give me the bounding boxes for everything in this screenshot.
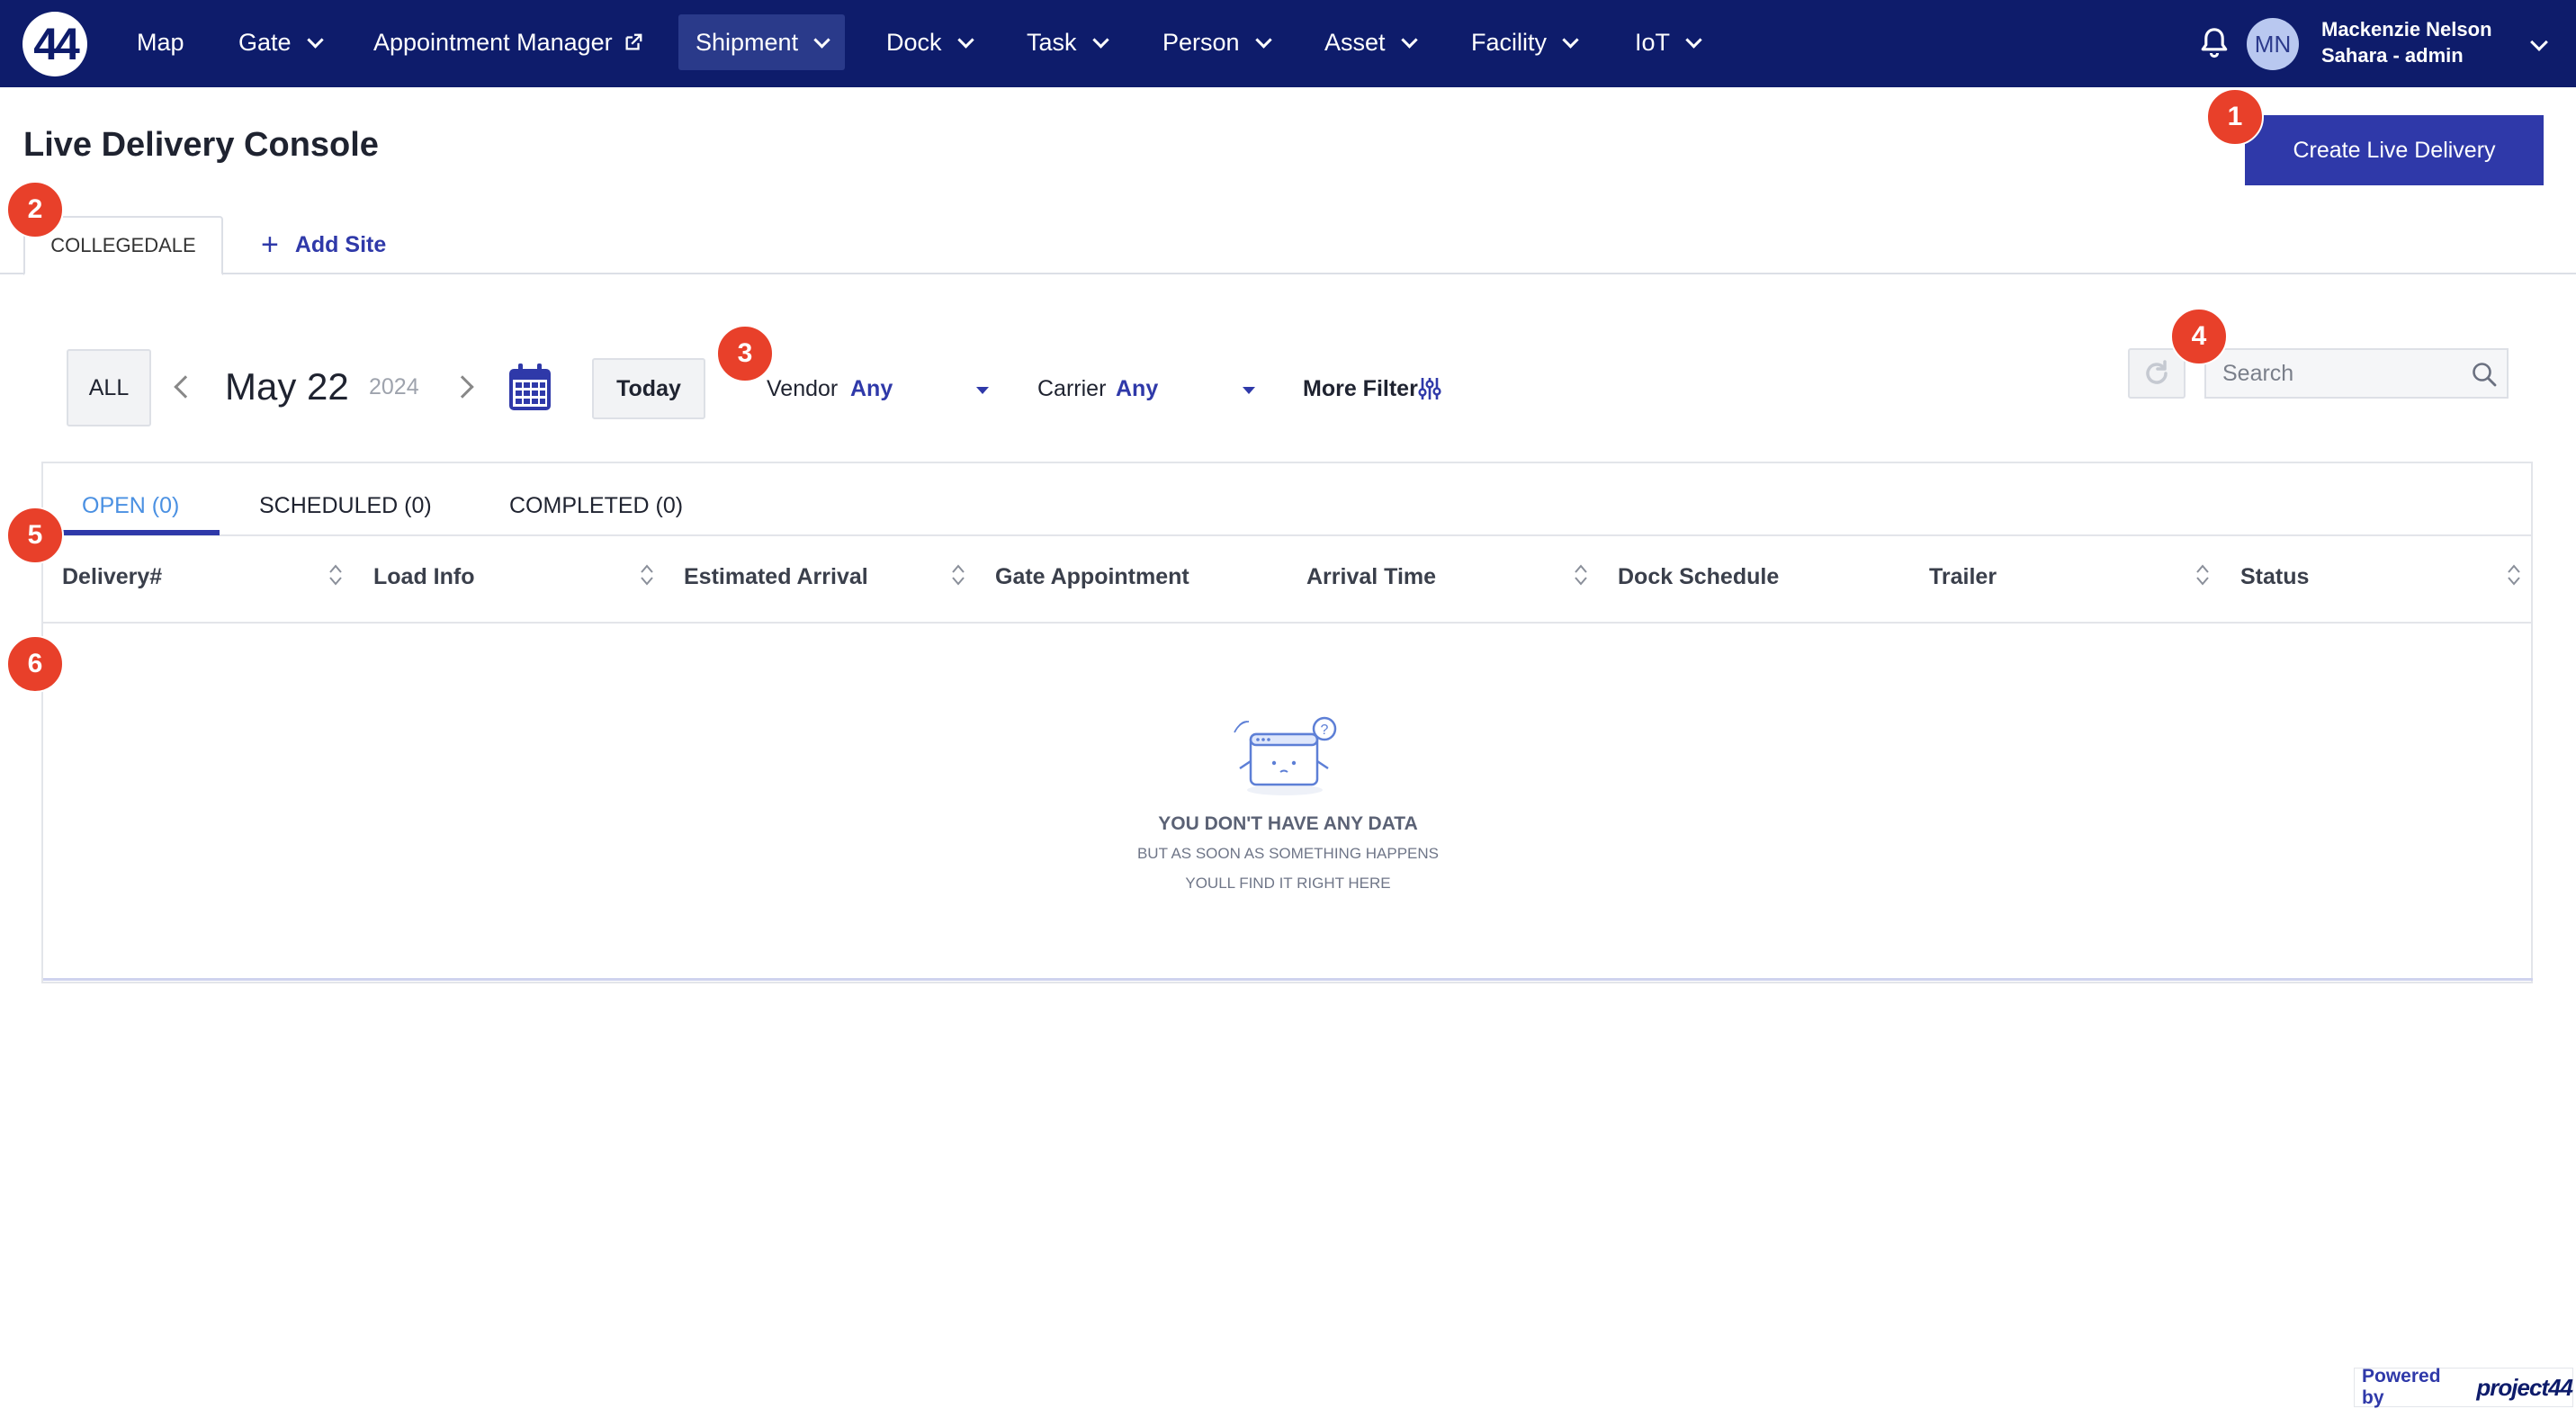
sliders-icon[interactable]	[1418, 376, 1441, 401]
powered-by-label: Powered by	[2362, 1366, 2441, 1408]
external-link-icon	[625, 33, 642, 50]
chevron-down-icon	[1091, 31, 1109, 49]
empty-state-title: YOU DON'T HAVE ANY DATA	[1158, 813, 1418, 834]
chevron-down-icon	[956, 31, 974, 49]
add-site-label: Add Site	[294, 231, 387, 257]
callout-badge-1: 1	[2206, 88, 2264, 146]
svg-text:?: ?	[1321, 722, 1329, 738]
column-header-status[interactable]: Status	[2240, 564, 2309, 590]
previous-day-icon[interactable]	[174, 375, 197, 399]
next-day-icon[interactable]	[451, 375, 474, 399]
callout-badge-4: 4	[2170, 308, 2228, 365]
chevron-down-icon	[1400, 31, 1418, 49]
table-header-divider	[43, 622, 2533, 624]
nav-item-label: Task	[1027, 28, 1077, 56]
caret-down-icon[interactable]	[1243, 387, 1255, 394]
panel-bottom-border	[43, 978, 2533, 981]
more-filter-button[interactable]: More Filter	[1303, 376, 1418, 402]
chevron-down-icon	[1562, 31, 1579, 49]
nav-item-task[interactable]: Task	[1010, 14, 1124, 70]
tab-scheduled[interactable]: SCHEDULED (0)	[259, 480, 432, 532]
nav-item-map[interactable]: Map	[120, 14, 202, 70]
nav-item-gate[interactable]: Gate	[221, 14, 338, 70]
nav-item-label: Map	[137, 28, 184, 56]
nav-item-person[interactable]: Person	[1145, 14, 1287, 70]
empty-state-line2: YOULL FIND IT RIGHT HERE	[1185, 875, 1391, 892]
vendor-filter-label: Vendor	[767, 376, 839, 401]
top-nav-bar: 44 Map Gate Appointment Manager Shipment…	[0, 0, 2576, 87]
search-box	[2204, 348, 2509, 399]
sort-icon[interactable]	[1573, 561, 1589, 588]
current-date: May 22	[225, 365, 349, 408]
project44-brand: project44	[2476, 1373, 2573, 1401]
nav-item-label: IoT	[1635, 28, 1671, 56]
site-tab-label: COLLEGEDALE	[50, 234, 196, 256]
sort-icon[interactable]	[2506, 561, 2522, 588]
empty-data-illustration-icon: ?	[1234, 716, 1337, 795]
column-header-estimated-arrival[interactable]: Estimated Arrival	[684, 564, 868, 590]
chevron-down-icon	[1685, 31, 1702, 49]
nav-item-label: Person	[1162, 28, 1240, 56]
tabs-divider	[43, 534, 2533, 536]
add-site-button[interactable]: + Add Site	[261, 225, 386, 265]
all-dates-button[interactable]: ALL	[67, 349, 151, 426]
column-header-gate-appointment[interactable]: Gate Appointment	[995, 564, 1189, 590]
today-button[interactable]: Today	[592, 358, 705, 419]
tab-completed[interactable]: COMPLETED (0)	[509, 480, 683, 532]
chevron-down-icon[interactable]	[2530, 33, 2548, 51]
search-icon[interactable]	[2471, 361, 2498, 388]
user-name[interactable]: Mackenzie Nelson	[2321, 18, 2492, 41]
plus-icon: +	[261, 227, 279, 262]
powered-by-badge[interactable]: Powered by project44	[2354, 1366, 2573, 1408]
column-header-delivery[interactable]: Delivery#	[62, 564, 162, 590]
nav-item-iot[interactable]: IoT	[1618, 14, 1717, 70]
search-input[interactable]	[2206, 350, 2467, 397]
chevron-down-icon	[813, 31, 830, 49]
nav-item-label: Appointment Manager	[373, 28, 613, 56]
nav-item-label: Shipment	[696, 28, 799, 56]
nav-item-label: Dock	[886, 28, 942, 56]
nav-item-label: Gate	[238, 28, 292, 56]
current-year: 2024	[369, 374, 419, 399]
nav-item-shipment[interactable]: Shipment	[678, 14, 846, 70]
empty-state-line1: BUT AS SOON AS SOMETHING HAPPENS	[1136, 845, 1440, 862]
calendar-icon[interactable]	[507, 362, 552, 412]
sort-icon[interactable]	[950, 561, 966, 588]
carrier-filter-select[interactable]: Any	[1116, 376, 1158, 402]
vendor-filter-select[interactable]: Any	[850, 376, 893, 402]
callout-badge-5: 5	[6, 507, 64, 564]
bell-icon[interactable]	[2199, 25, 2230, 59]
project44-logo[interactable]: 44	[22, 12, 87, 76]
chevron-down-icon	[306, 31, 324, 49]
sort-icon[interactable]	[2195, 561, 2211, 588]
active-tab-indicator	[43, 530, 220, 535]
caret-down-icon[interactable]	[976, 387, 989, 394]
tab-open[interactable]: OPEN (0)	[82, 480, 179, 532]
callout-badge-6: 6	[6, 635, 64, 693]
user-role[interactable]: Sahara - admin	[2321, 44, 2464, 67]
nav-item-label: Facility	[1471, 28, 1548, 56]
avatar[interactable]: MN	[2247, 18, 2299, 70]
carrier-filter-label: Carrier	[1037, 376, 1107, 401]
chevron-down-icon	[1254, 31, 1272, 49]
create-live-delivery-button[interactable]: Create Live Delivery	[2245, 115, 2544, 185]
sort-icon[interactable]	[639, 561, 655, 588]
refresh-icon	[2146, 360, 2168, 384]
page-title: Live Delivery Console	[23, 126, 379, 164]
nav-item-facility[interactable]: Facility	[1454, 14, 1593, 70]
callout-badge-2: 2	[6, 181, 64, 238]
column-header-trailer[interactable]: Trailer	[1929, 564, 1997, 590]
nav-item-label: Asset	[1324, 28, 1386, 56]
sort-icon[interactable]	[328, 561, 344, 588]
site-tabs-divider	[0, 273, 2576, 274]
nav-item-appointment-manager[interactable]: Appointment Manager	[356, 14, 660, 70]
nav-item-asset[interactable]: Asset	[1307, 14, 1432, 70]
column-header-dock-schedule[interactable]: Dock Schedule	[1618, 564, 1779, 590]
callout-badge-3: 3	[716, 325, 774, 382]
column-header-arrival-time[interactable]: Arrival Time	[1306, 564, 1436, 590]
nav-item-dock[interactable]: Dock	[869, 14, 989, 70]
column-header-load-info[interactable]: Load Info	[373, 564, 474, 590]
